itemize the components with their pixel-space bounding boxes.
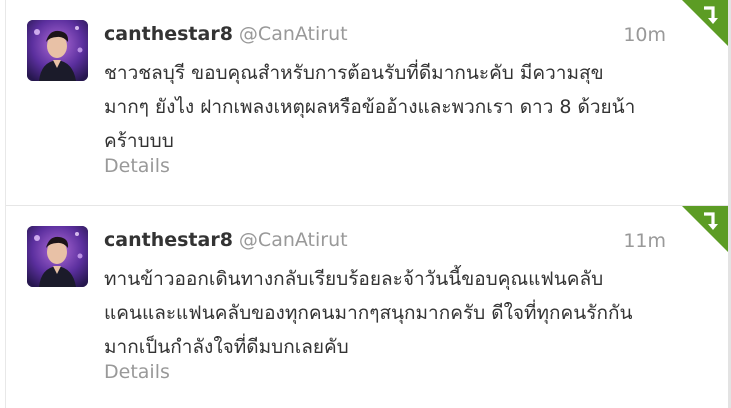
tweet-text-line: แคนและแฟนคลับของทุกคนมากๆสนุกมากครับ ดีใ…: [104, 302, 633, 324]
fullname[interactable]: canthestar8: [104, 229, 233, 251]
tweet[interactable]: canthestar8 @CanAtirut 11m ทานข้าวออกเดิน…: [6, 206, 728, 408]
avatar[interactable]: [27, 20, 88, 81]
tweet-text-line: ทานข้าวออกเดินทางกลับเรียบร้อยละจ้าวันนี…: [104, 268, 604, 290]
retweet-corner-icon: [682, 0, 728, 46]
fullname[interactable]: canthestar8: [104, 23, 233, 45]
tweet-text-line: มากๆ ยังไง ฝากเพลงเหตุผลหรือข้ออ้างและพว…: [104, 96, 636, 118]
timestamp[interactable]: 11m: [623, 230, 666, 252]
tweet-text-line: ชาวชลบุรี ขอบคุณสำหรับการต้อนรับที่ดีมาก…: [104, 62, 604, 84]
username[interactable]: @CanAtirut: [239, 23, 348, 45]
tweet-text: ทานข้าวออกเดินทางกลับเรียบร้อยละจ้าวันนี…: [104, 262, 716, 364]
tweet-text-line: คร้าบบบ: [104, 130, 174, 152]
tweet[interactable]: canthestar8 @CanAtirut 10m ชาวชลบุรี ขอบค…: [6, 0, 728, 205]
tweet-text-line: มากเป็นกำลังใจที่ดีมบกเลยคับ: [104, 336, 349, 358]
username[interactable]: @CanAtirut: [239, 229, 348, 251]
tweet-header: canthestar8 @CanAtirut 10m: [104, 23, 666, 49]
timestamp[interactable]: 10m: [623, 24, 666, 46]
details-link[interactable]: Details: [104, 361, 170, 383]
timeline: canthestar8 @CanAtirut 10m ชาวชลบุรี ขอบค…: [0, 0, 731, 408]
details-link[interactable]: Details: [104, 155, 170, 177]
tweet-text: ชาวชลบุรี ขอบคุณสำหรับการต้อนรับที่ดีมาก…: [104, 56, 716, 158]
tweet-header: canthestar8 @CanAtirut 11m: [104, 229, 666, 255]
retweet-corner-icon: [682, 206, 728, 252]
avatar[interactable]: [27, 226, 88, 287]
